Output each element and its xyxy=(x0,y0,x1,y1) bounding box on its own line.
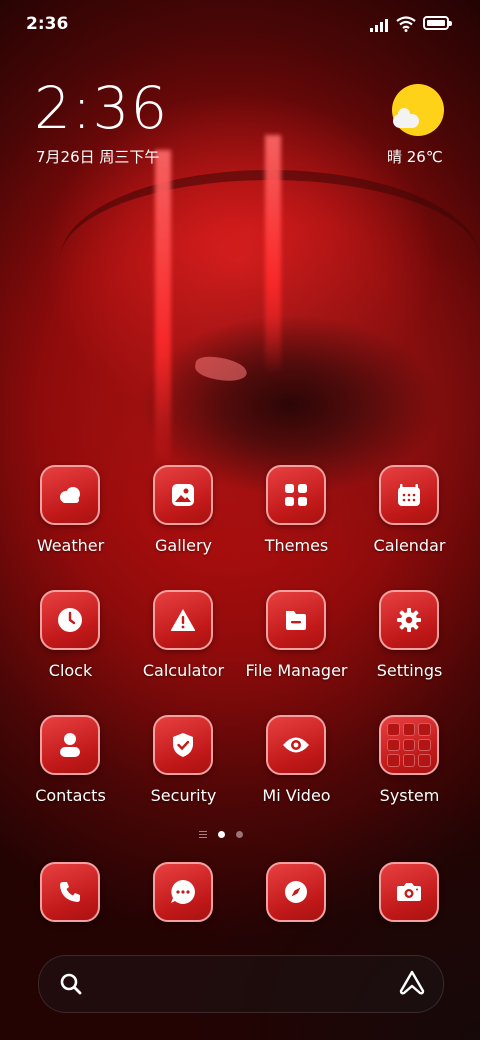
mini-app-icon xyxy=(402,723,416,736)
page-dot-active[interactable] xyxy=(218,831,225,838)
app-themes[interactable]: Themes xyxy=(240,465,353,570)
app-gallery[interactable]: Gallery xyxy=(127,465,240,570)
page-indicator[interactable] xyxy=(199,830,249,840)
mini-app-icon xyxy=(402,738,416,752)
app-clock[interactable]: Clock xyxy=(14,590,127,695)
shield-icon xyxy=(153,715,213,775)
mini-app-icon xyxy=(387,754,400,767)
mini-app-icon xyxy=(418,723,431,736)
app-label: Clock xyxy=(48,661,93,680)
message-icon xyxy=(153,862,213,922)
app-drawer-indicator-icon[interactable] xyxy=(199,831,207,839)
mini-app-icon xyxy=(418,754,431,767)
folder-icon xyxy=(266,590,326,650)
signal-icon xyxy=(370,18,390,32)
app-label: Mi Video xyxy=(262,786,331,805)
search-bar[interactable] xyxy=(38,955,444,1013)
clock-widget-time[interactable]: 2:36 xyxy=(34,74,168,142)
dock-messages[interactable] xyxy=(127,862,240,924)
app-label: Calculator xyxy=(142,661,225,680)
mini-app-icon xyxy=(418,738,431,752)
app-file-manager[interactable]: File Manager xyxy=(240,590,353,695)
cloud-icon xyxy=(393,108,419,128)
dock-phone[interactable] xyxy=(14,862,127,924)
folder-grid-icon xyxy=(379,715,439,775)
wifi-icon xyxy=(396,16,416,32)
app-calendar[interactable]: Calendar xyxy=(353,465,466,570)
gallery-icon xyxy=(153,465,213,525)
app-security[interactable]: Security xyxy=(127,715,240,820)
phone-icon xyxy=(40,862,100,922)
wallpaper-glint xyxy=(193,354,249,384)
search-icon[interactable] xyxy=(59,972,83,996)
wallpaper-light-beam xyxy=(265,135,281,375)
gear-icon xyxy=(379,590,439,650)
app-folder-system[interactable]: System xyxy=(353,715,466,820)
page-dot[interactable] xyxy=(236,831,243,838)
compass-icon xyxy=(266,862,326,922)
wallpaper-light-beam xyxy=(155,150,171,470)
app-calculator[interactable]: Calculator xyxy=(127,590,240,695)
app-label: Contacts xyxy=(35,786,106,805)
app-label: System xyxy=(379,786,440,805)
app-weather[interactable]: Weather xyxy=(14,465,127,570)
dock-browser[interactable] xyxy=(240,862,353,924)
mini-app-icon xyxy=(387,723,400,736)
app-contacts[interactable]: Contacts xyxy=(14,715,127,820)
eye-icon xyxy=(266,715,326,775)
app-label: Weather xyxy=(36,536,105,555)
calendar-icon xyxy=(379,465,439,525)
app-settings[interactable]: Settings xyxy=(353,590,466,695)
assistant-icon[interactable] xyxy=(398,969,426,997)
home-screen: 2:36 2:36 7月26日 周三下午 晴 26℃ Weather Galle… xyxy=(0,0,480,1040)
person-icon xyxy=(40,715,100,775)
app-label: Themes xyxy=(264,536,329,555)
mini-app-icon xyxy=(387,738,400,752)
app-label: Gallery xyxy=(155,536,212,555)
app-label: Calendar xyxy=(373,536,446,555)
app-label: Settings xyxy=(376,661,443,680)
app-mi-video[interactable]: Mi Video xyxy=(240,715,353,820)
battery-icon xyxy=(423,16,452,30)
camera-icon xyxy=(379,862,439,922)
alert-icon xyxy=(153,590,213,650)
themes-icon xyxy=(266,465,326,525)
status-time: 2:36 xyxy=(26,14,69,34)
clock-icon xyxy=(40,590,100,650)
app-label: File Manager xyxy=(245,661,348,680)
app-label: Security xyxy=(150,786,217,805)
clock-widget-date[interactable]: 7月26日 周三下午 xyxy=(36,146,159,167)
mini-app-icon xyxy=(402,754,416,767)
weather-widget-text[interactable]: 晴 26℃ xyxy=(387,146,443,167)
weather-icon xyxy=(40,465,100,525)
status-bar: 2:36 xyxy=(0,0,480,50)
dock-camera[interactable] xyxy=(353,862,466,924)
